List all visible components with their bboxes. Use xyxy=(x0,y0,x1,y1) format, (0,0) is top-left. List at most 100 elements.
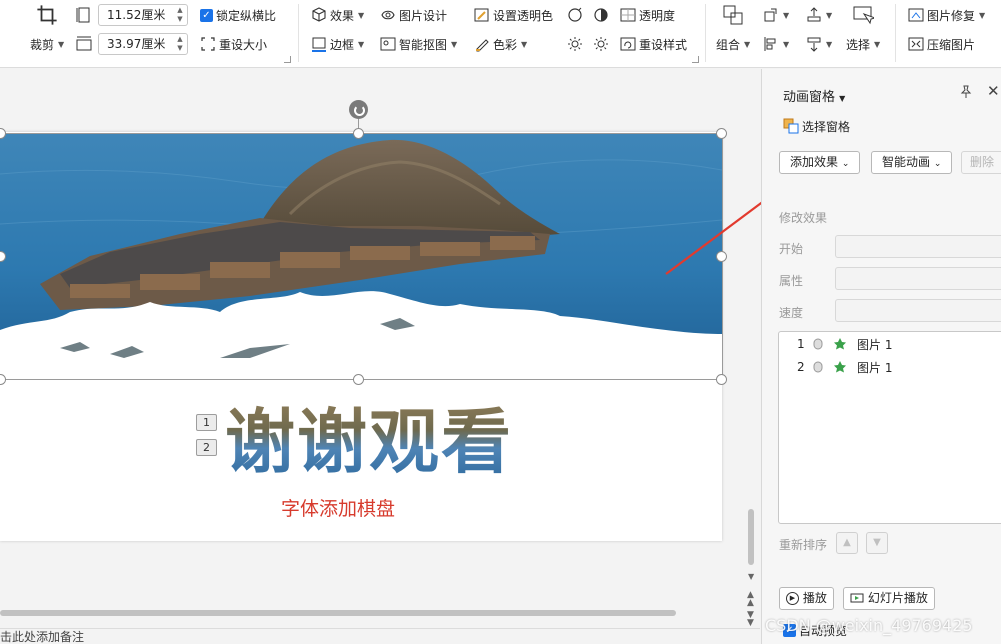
color-label: 色彩 xyxy=(493,37,518,52)
item-name: 图片 1 xyxy=(857,360,893,375)
height-spinner[interactable]: ▲ ▼ xyxy=(175,6,185,24)
align-button[interactable] xyxy=(722,4,744,26)
transparency-label: 透明度 xyxy=(639,8,676,23)
width-spinner[interactable]: ▲ ▼ xyxy=(175,35,185,53)
play-button[interactable]: ▶ 播放 xyxy=(779,587,834,610)
brightness-down-button[interactable] xyxy=(593,4,609,26)
sun-outline-icon xyxy=(594,37,608,51)
size-dialog-launcher[interactable] xyxy=(284,56,291,63)
align-left-button[interactable]: ▼ xyxy=(763,33,789,55)
lock-ratio-label: 锁定纵横比 xyxy=(216,8,277,23)
set-transparent-label: 设置透明色 xyxy=(493,8,554,23)
animation-list: 1 图片 1 2 图片 1 xyxy=(778,331,1001,524)
smart-anim-label: 智能动画 xyxy=(882,155,931,169)
smart-animation-button[interactable]: 智能动画 ⌄ xyxy=(871,151,953,174)
crop-button[interactable]: 裁剪 ▼ xyxy=(30,33,64,55)
select-label: 选择 xyxy=(846,37,871,52)
chevron-down-icon: ▼ xyxy=(783,10,790,20)
effects-button[interactable]: 效果 ▼ xyxy=(311,4,364,26)
lock-ratio-checkbox[interactable]: ✓ 锁定纵横比 xyxy=(200,4,276,26)
bring-forward-button[interactable]: ▼ xyxy=(806,4,832,26)
animation-list-item[interactable]: 2 图片 1 xyxy=(779,356,1001,378)
slideshow-icon xyxy=(850,593,864,602)
add-effect-label: 添加效果 xyxy=(790,155,839,169)
smart-cutout-button[interactable]: 智能抠图 ▼ xyxy=(380,33,457,55)
notes-area[interactable]: 击此处添加备注 xyxy=(0,628,760,644)
reorder-label: 重新排序 xyxy=(779,538,828,552)
speed-select[interactable] xyxy=(835,299,1001,322)
compress-label: 压缩图片 xyxy=(927,37,976,52)
delete-button[interactable]: 删除 xyxy=(961,151,1001,174)
anim-order-tag[interactable]: 1 xyxy=(196,414,217,431)
animation-list-item[interactable]: 1 图片 1 xyxy=(779,333,1001,355)
horizontal-scrollbar-thumb[interactable] xyxy=(0,610,676,616)
slide-title[interactable]: 谢谢观看 xyxy=(225,402,513,482)
send-backward-button[interactable]: ▼ xyxy=(806,33,832,55)
group-button[interactable]: 组合 ▼ xyxy=(716,33,750,55)
reset-style-icon xyxy=(620,37,636,51)
resize-button[interactable]: 重设大小 xyxy=(200,33,267,55)
picture-repair-button[interactable]: 图片修复 ▼ xyxy=(908,4,985,26)
property-select[interactable] xyxy=(835,267,1001,290)
height-value: 11.52厘米 xyxy=(107,8,166,22)
contrast-sun-button[interactable] xyxy=(593,33,609,55)
border-label: 边框 xyxy=(330,37,355,52)
send-backward-icon xyxy=(807,37,821,52)
vertical-scrollbar-thumb[interactable] xyxy=(748,509,754,565)
rotate-button[interactable]: ▼ xyxy=(763,4,789,26)
resize-handle[interactable] xyxy=(353,374,364,385)
transparency-button[interactable]: 透明度 xyxy=(620,4,675,26)
scroll-down-icon[interactable]: ▼ xyxy=(748,572,754,581)
chevron-down-icon: ▼ xyxy=(826,10,833,20)
start-select[interactable] xyxy=(835,235,1001,258)
chevron-down-icon: ▼ xyxy=(358,39,365,49)
lake-picture[interactable] xyxy=(0,134,722,380)
add-effect-button[interactable]: 添加效果 ⌄ xyxy=(779,151,861,174)
width-input[interactable]: 33.97厘米 ▲ ▼ xyxy=(98,33,188,55)
slide[interactable]: 1 2 谢谢观看 字体添加棋盘 xyxy=(0,132,722,541)
sun-icon xyxy=(568,37,582,51)
ribbon-toolbar: 裁剪 ▼ 11.52厘米 ▲ ▼ 33.97厘米 ▲ ▼ ✓ 锁定纵横比 重设大小 效… xyxy=(0,0,1001,68)
close-icon[interactable]: ✕ xyxy=(987,82,1000,100)
contrast-icon xyxy=(594,8,608,22)
prev-slide-icon[interactable]: ▲ ▲ xyxy=(747,591,754,608)
move-down-icon[interactable]: ▼ xyxy=(866,532,888,554)
select-button[interactable]: 选择 ▼ xyxy=(846,33,880,55)
selection-pane-button[interactable]: 选择窗格 xyxy=(783,115,850,137)
selection-pane-toggle[interactable] xyxy=(852,4,874,26)
picture-design-icon xyxy=(381,10,395,20)
brightness-sun-button[interactable] xyxy=(567,33,583,55)
color-button[interactable]: 色彩 ▼ xyxy=(474,33,527,55)
speed-label: 速度 xyxy=(779,306,804,320)
smart-cutout-label: 智能抠图 xyxy=(399,37,448,52)
resize-handle[interactable] xyxy=(716,374,727,385)
crop-icon-button[interactable] xyxy=(36,4,58,26)
move-up-icon[interactable]: ▲ xyxy=(836,532,858,554)
picture-dialog-launcher[interactable] xyxy=(692,56,699,63)
resize-handle[interactable] xyxy=(353,128,364,139)
delete-label: 删除 xyxy=(970,155,995,169)
slide-subtitle[interactable]: 字体添加棋盘 xyxy=(281,494,395,521)
set-transparent-button[interactable]: 设置透明色 xyxy=(474,4,553,26)
picture-repair-icon xyxy=(908,8,924,22)
pane-title-label: 动画窗格 xyxy=(783,90,836,105)
border-button[interactable]: 边框 ▼ xyxy=(311,33,364,55)
brightness-up-button[interactable] xyxy=(567,4,583,26)
resize-handle[interactable] xyxy=(716,128,727,139)
rotate-handle-icon[interactable] xyxy=(349,100,368,119)
compress-picture-button[interactable]: 压缩图片 xyxy=(908,33,975,55)
pane-title[interactable]: 动画窗格 ▼ xyxy=(783,86,845,105)
next-slide-icon[interactable]: ▼ ▼ xyxy=(747,611,754,628)
cube-icon xyxy=(312,7,326,22)
slideshow-button[interactable]: 幻灯片播放 xyxy=(843,587,935,610)
pin-icon[interactable] xyxy=(959,85,973,99)
group-label: 组合 xyxy=(716,37,741,52)
chevron-down-icon: ⌄ xyxy=(933,159,942,169)
anim-order-tag[interactable]: 2 xyxy=(196,439,217,456)
reset-style-button[interactable]: 重设样式 xyxy=(620,33,687,55)
animation-pane: 动画窗格 ▼ ✕ 选择窗格 添加效果 ⌄ 智能动画 ⌄ 删除 修改效果 开始 属… xyxy=(761,69,1001,644)
mouse-click-icon xyxy=(813,338,823,350)
picture-design-button[interactable]: 图片设计 xyxy=(380,4,447,26)
height-input[interactable]: 11.52厘米 ▲ ▼ xyxy=(98,4,188,26)
mouse-click-icon xyxy=(813,361,823,373)
